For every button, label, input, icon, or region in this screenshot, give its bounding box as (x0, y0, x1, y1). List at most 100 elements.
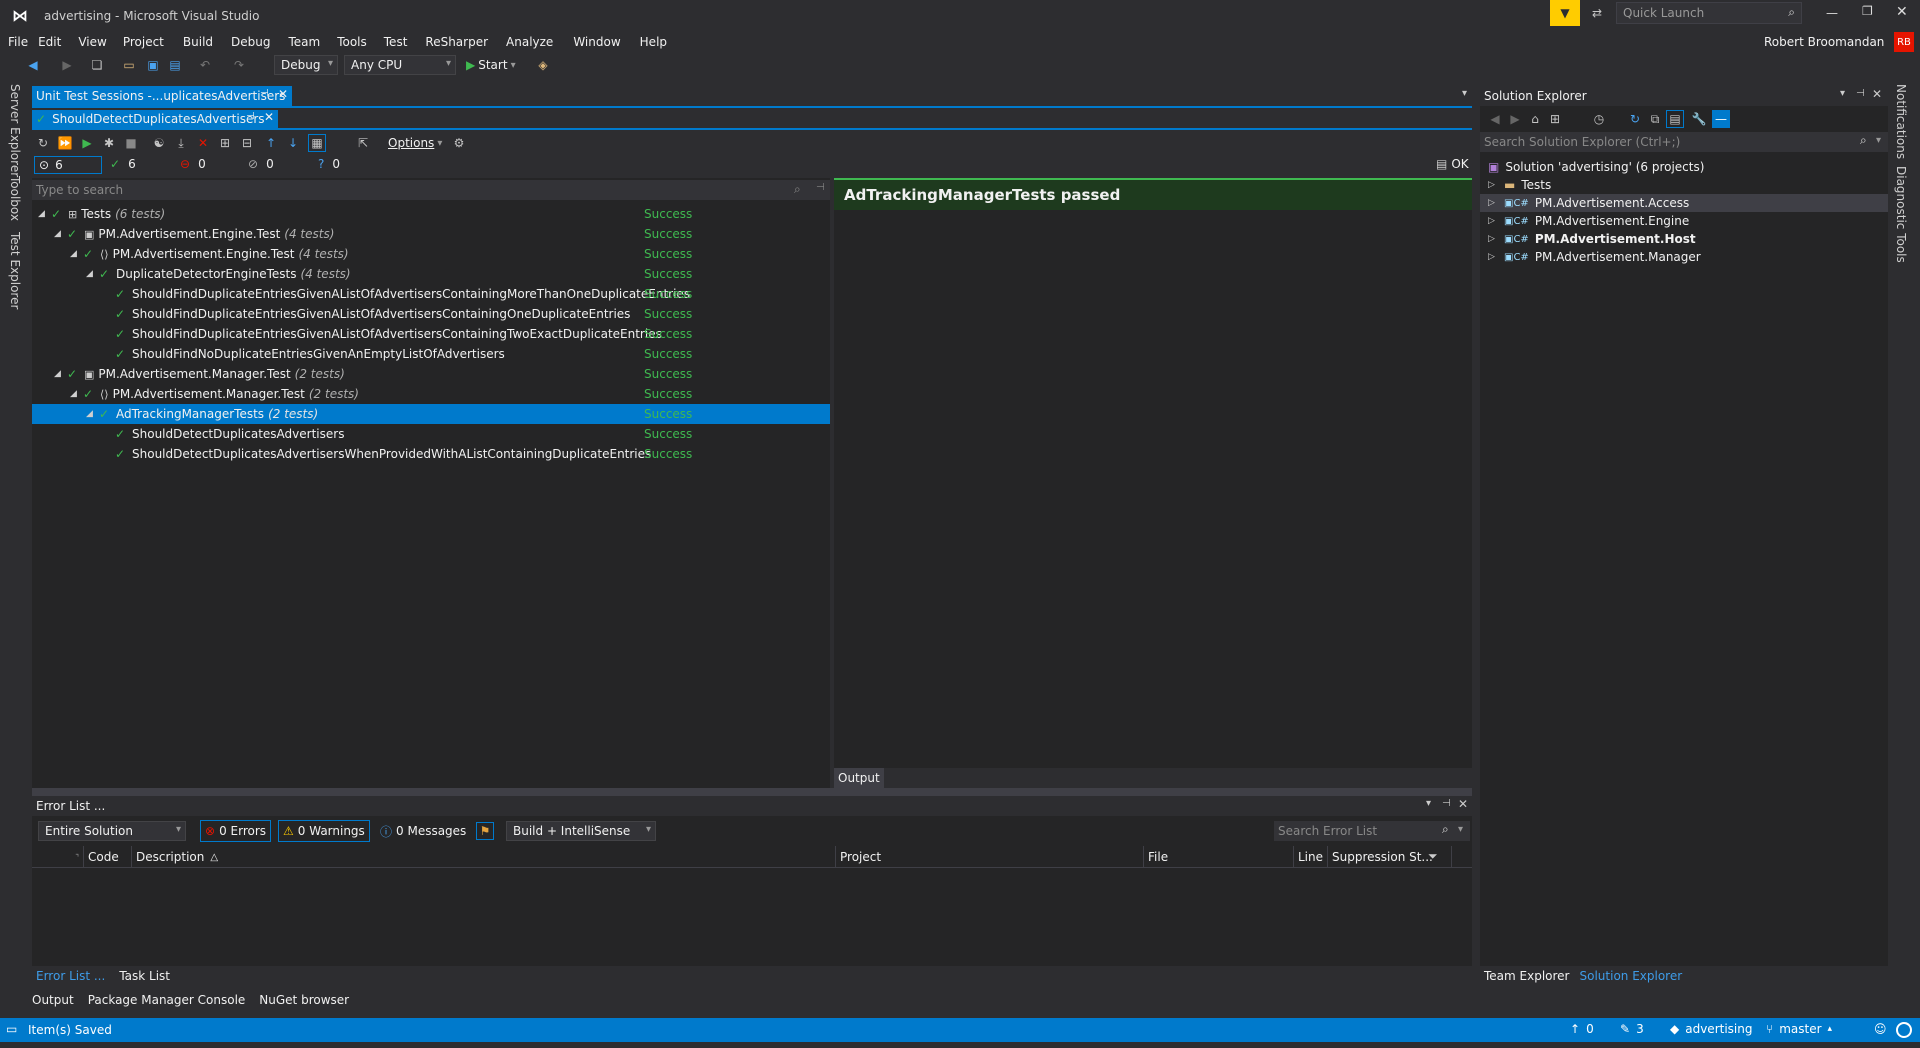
menu-edit[interactable]: Edit (38, 32, 61, 52)
menu-build[interactable]: Build (183, 32, 213, 52)
track-icon[interactable]: ☯ (150, 134, 168, 152)
solution-project-item[interactable]: ▷ ▣C# PM.Advertisement.Access (1480, 194, 1888, 212)
back-icon[interactable]: ◀ (24, 56, 42, 74)
feedback-icon[interactable]: ⇄ (1588, 4, 1606, 22)
edits-status[interactable]: ✎ 3 (1620, 1022, 1644, 1036)
test-tree-row[interactable]: ◢ ✓ ⟨⟩ PM.Advertisement.Manager.Test (2 test… (32, 384, 830, 404)
debug-icon[interactable]: ✱ (100, 134, 118, 152)
close-icon[interactable]: ✕ (1458, 797, 1468, 811)
scope-select[interactable]: Entire Solution (38, 821, 186, 841)
solution-node[interactable]: ▣ Solution 'advertising' (6 projects) (1480, 158, 1888, 176)
test-tree-row[interactable]: ◢ ✓ DuplicateDetectorEngineTests (4 tests) S… (32, 264, 830, 284)
test-tree-row[interactable]: ◢ ✓ ⊞ Tests (6 tests) Success (32, 204, 830, 224)
test-tree-row[interactable]: ◢ ✓ AdTrackingManagerTests (2 tests) Success (32, 404, 830, 424)
tab-error-list[interactable]: Error List ... (36, 969, 105, 983)
tab-nuget-browser[interactable]: NuGet browser (259, 993, 349, 1007)
expander-icon[interactable]: ▷ (1488, 234, 1498, 244)
expander-icon[interactable]: ◢ (70, 389, 82, 399)
switch-views-icon[interactable]: ⊞ (1546, 110, 1564, 128)
pin-icon[interactable]: ⊣ (1442, 798, 1451, 809)
expand-all-icon[interactable]: ⊞ (216, 134, 234, 152)
test-tree-row[interactable]: ✓ ShouldDetectDuplicatesAdvertisersWhenPr… (32, 444, 830, 464)
menu-analyze[interactable]: Analyze (506, 32, 553, 52)
config-select[interactable]: Debug (274, 55, 338, 75)
total-filter[interactable]: ⊙ 6 (34, 156, 102, 174)
refresh-icon[interactable]: ↻ (34, 134, 52, 152)
remove-icon[interactable]: ✕ (194, 134, 212, 152)
import-icon[interactable]: ⤓ (172, 134, 190, 152)
close-icon[interactable]: ✕ (1872, 87, 1882, 101)
expander-icon[interactable]: ▷ (1488, 216, 1498, 226)
platform-select[interactable]: Any CPU (344, 55, 456, 75)
solution-project-item[interactable]: ▷ ▣C# PM.Advertisement.Engine (1480, 212, 1888, 230)
menu-help[interactable]: Help (640, 32, 667, 52)
solution-folder-item[interactable]: ▷ ▬ Tests (1480, 176, 1888, 194)
notifications-icon[interactable] (1896, 1022, 1912, 1038)
save-all-icon[interactable]: ▤ (166, 56, 184, 74)
publish-status[interactable]: ↑ 0 (1570, 1022, 1594, 1036)
next-icon[interactable]: ↓ (284, 134, 302, 152)
pin-icon[interactable]: ⊣ (816, 182, 825, 193)
expander-icon[interactable]: ◢ (70, 249, 82, 259)
close-button[interactable]: ✕ (1896, 4, 1908, 20)
pin-icon[interactable]: ⊣ (260, 88, 269, 99)
pin-icon[interactable]: ⊣ (246, 111, 255, 122)
open-file-icon[interactable]: ▭ (120, 56, 138, 74)
test-tree-row[interactable]: ◢ ✓ ⟨⟩ PM.Advertisement.Engine.Test (4 tests… (32, 244, 830, 264)
expander-icon[interactable]: ◢ (54, 229, 66, 239)
home-icon[interactable]: ⌂ (1526, 110, 1544, 128)
forward-icon[interactable]: ▶ (58, 56, 76, 74)
test-tree-row[interactable]: ✓ ShouldFindDuplicateEntriesGivenAListOfA… (32, 324, 830, 344)
tab-unit-test-sessions[interactable]: Unit Test Sessions -...uplicatesAdvertis… (32, 86, 292, 106)
tab-solution-explorer[interactable]: Solution Explorer (1580, 969, 1683, 983)
repo-status[interactable]: ◆ advertising (1670, 1022, 1752, 1036)
new-project-icon[interactable]: ❏ (88, 56, 106, 74)
redo-icon[interactable]: ↷ (230, 56, 248, 74)
build-filter-select[interactable]: Build + IntelliSense (506, 821, 656, 841)
failed-filter[interactable]: ⊖ 0 (180, 157, 206, 171)
expander-icon[interactable]: ◢ (38, 209, 50, 219)
forward-icon[interactable]: ▶ (1506, 110, 1524, 128)
menu-tools[interactable]: Tools (337, 32, 367, 52)
menu-resharper[interactable]: ReSharper (425, 32, 488, 52)
branch-status[interactable]: ⑂ master ▴ (1766, 1022, 1832, 1036)
undo-icon[interactable]: ↶ (196, 56, 214, 74)
server-explorer-tab[interactable]: Server Explorer (8, 84, 22, 177)
column-code[interactable]: Code (84, 846, 132, 868)
menu-team[interactable]: Team (288, 32, 320, 52)
expander-icon[interactable]: ▷ (1488, 198, 1498, 208)
history-icon[interactable]: ◷ (1590, 110, 1608, 128)
toolbox-tab[interactable]: Toolbox (8, 176, 22, 221)
expander-icon[interactable]: ◢ (86, 269, 98, 279)
tab-task-list[interactable]: Task List (119, 969, 170, 983)
close-icon[interactable]: ✕ (278, 87, 288, 101)
column-description[interactable]: Description △ (132, 846, 836, 868)
column-icon[interactable]: ⌝ (32, 846, 84, 868)
minimize-button[interactable]: — (1826, 6, 1838, 20)
user-name[interactable]: Robert Broomandan (1764, 35, 1884, 49)
run-icon[interactable]: ▶ (78, 134, 96, 152)
chevron-down-icon[interactable]: ▾ (1426, 798, 1431, 809)
preview-icon[interactable]: — (1712, 110, 1730, 128)
horizontal-splitter[interactable] (32, 788, 1472, 796)
avatar[interactable]: RB (1894, 32, 1914, 52)
build-filter-icon[interactable]: ⚑ (476, 822, 494, 840)
solution-project-item[interactable]: ▷ ▣C# PM.Advertisement.Manager (1480, 248, 1888, 266)
maximize-button[interactable]: ❐ (1862, 4, 1873, 18)
test-explorer-tab[interactable]: Test Explorer (8, 232, 22, 309)
stop-icon[interactable]: ■ (122, 134, 140, 152)
menu-file[interactable]: File (8, 32, 28, 52)
group-by-icon[interactable]: ▦ (308, 134, 326, 152)
menu-debug[interactable]: Debug (231, 32, 270, 52)
tab-team-explorer[interactable]: Team Explorer (1484, 969, 1570, 983)
collapse-all-icon[interactable]: ⊟ (238, 134, 256, 152)
save-icon[interactable]: ▣ (144, 56, 162, 74)
expander-icon[interactable]: ▷ (1488, 252, 1498, 262)
collapse-all-icon[interactable]: ⧉ (1646, 110, 1664, 128)
export-icon[interactable]: ⇱ (354, 134, 372, 152)
solution-search-box[interactable]: Search Solution Explorer (Ctrl+;) ⌕ ▾ (1480, 132, 1888, 152)
close-icon[interactable]: ✕ (264, 110, 274, 124)
back-icon[interactable]: ◀ (1486, 110, 1504, 128)
tab-overflow-icon[interactable]: ▾ (1462, 88, 1467, 99)
tab-output-window[interactable]: Output (32, 993, 74, 1007)
